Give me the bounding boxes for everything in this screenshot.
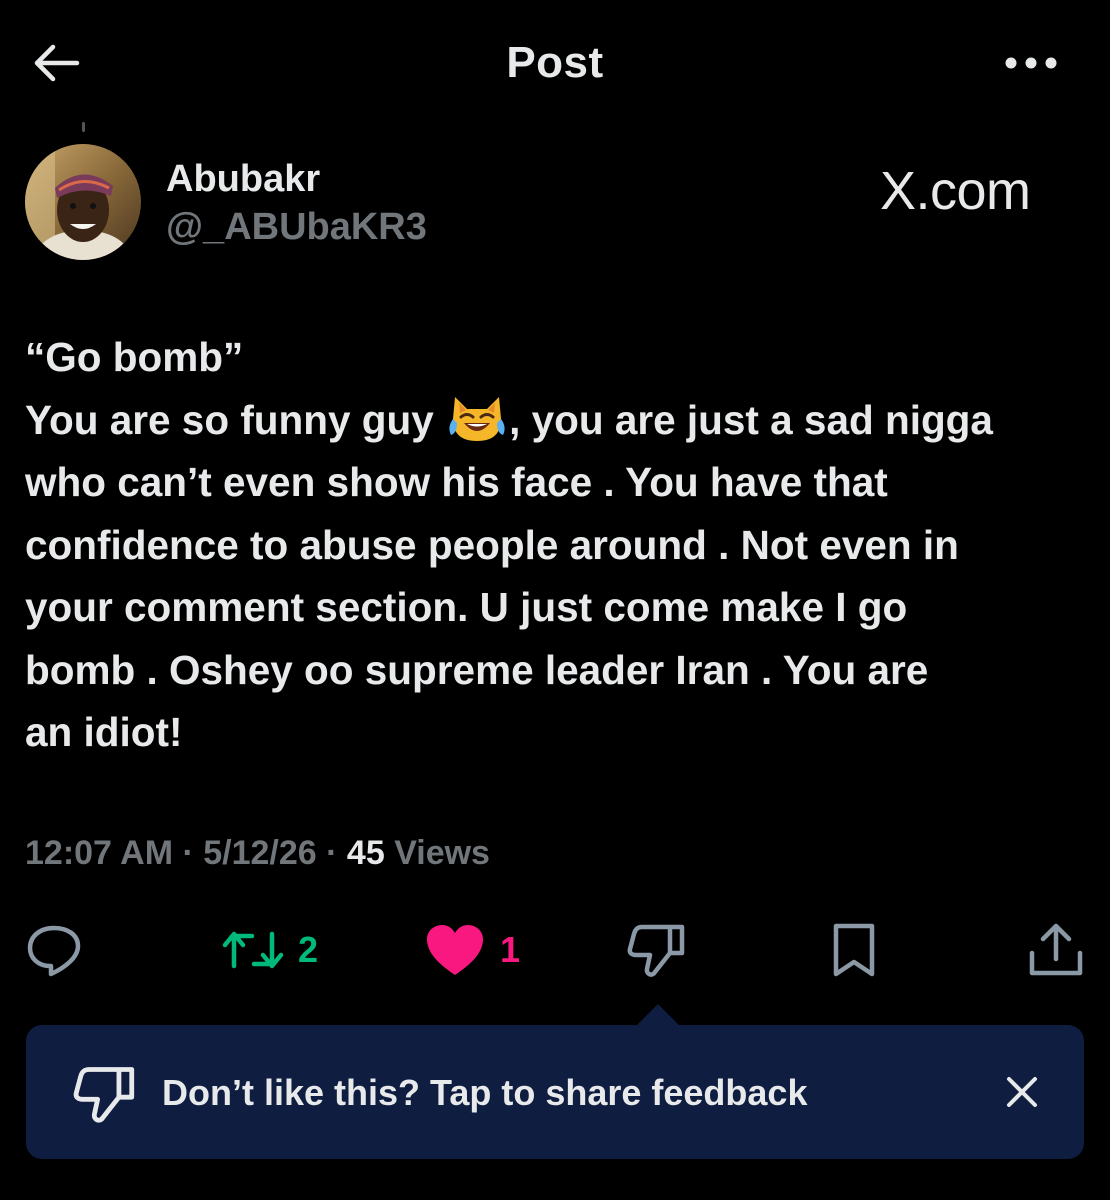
x-watermark: X.com	[880, 161, 1031, 221]
close-icon	[1007, 1077, 1037, 1107]
repost-button[interactable]: 2	[222, 910, 318, 990]
top-bar: Post	[0, 0, 1110, 132]
like-button[interactable]: 1	[424, 910, 520, 990]
more-icon	[1005, 57, 1057, 69]
meta-separator: ·	[316, 834, 347, 872]
page-title: Post	[506, 38, 604, 87]
meta-separator: ·	[173, 834, 204, 872]
post-text: “Go bomb” You are so funny guy , you are…	[25, 326, 1090, 764]
author-display-name[interactable]: Abubakr	[166, 158, 320, 201]
action-bar: 2 1	[0, 910, 1110, 990]
repost-count: 2	[298, 929, 319, 970]
author-handle[interactable]: @_ABUbaKR3	[166, 206, 427, 249]
repost-icon	[222, 931, 284, 969]
more-button[interactable]	[998, 40, 1064, 86]
post-line: “Go bomb”	[25, 334, 244, 380]
dislike-icon	[73, 1067, 135, 1123]
share-button[interactable]	[1026, 910, 1086, 990]
post-line-part: You are so funny guy	[25, 396, 434, 443]
bookmark-button[interactable]	[828, 910, 880, 990]
reply-button[interactable]	[24, 910, 84, 990]
views-label[interactable]: Views	[385, 834, 490, 872]
avatar[interactable]	[25, 144, 141, 260]
share-icon	[1029, 923, 1083, 976]
like-icon	[427, 925, 483, 975]
post-line: who can’t even show his face . You have …	[25, 459, 888, 505]
dislike-icon	[627, 924, 685, 977]
dislike-button[interactable]	[626, 910, 686, 990]
post-date: 5/12/26	[203, 834, 317, 872]
bookmark-icon	[833, 923, 875, 977]
like-count: 1	[500, 929, 521, 970]
reply-icon	[27, 925, 81, 977]
post-line: your comment section. U just come make I…	[25, 584, 908, 630]
close-feedback-button[interactable]	[996, 1066, 1048, 1118]
post-line-part: , you are just a sad nigga	[509, 396, 993, 443]
feedback-text[interactable]: Don’t like this? Tap to share feedback	[162, 1072, 807, 1114]
post-time: 12:07 AM	[25, 834, 174, 872]
post-line: an idiot!	[25, 709, 183, 755]
post-meta: 12:07 AM · 5/12/26 · 45 Views	[25, 834, 490, 873]
post-line: bomb . Oshey oo supreme leader Iran . Yo…	[25, 646, 929, 693]
views-count[interactable]: 45	[347, 834, 385, 872]
divider-tick	[82, 122, 85, 132]
post-line: You are so funny guy , you are just a sa…	[25, 389, 1090, 452]
face-with-tears-of-joy-cat-icon	[449, 396, 505, 441]
post-line: confidence to abuse people around . Not …	[25, 521, 959, 568]
feedback-pointer	[636, 1004, 680, 1026]
